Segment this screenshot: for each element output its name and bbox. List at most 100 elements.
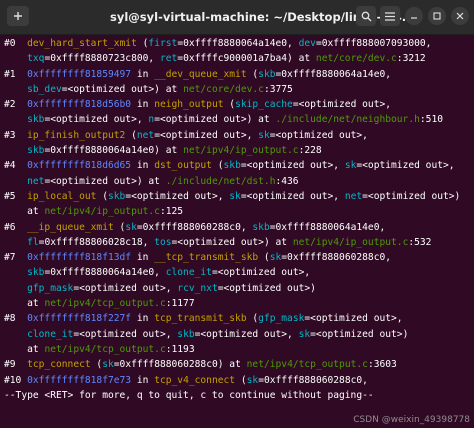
terminal-text-segment: in (131, 374, 155, 386)
terminal-text-segment: =<optimized out>, (73, 328, 178, 340)
terminal-text-segment: neigh_output (154, 99, 224, 111)
terminal-text-segment: =0xffff888060288c0, (281, 252, 392, 264)
search-button[interactable] (356, 6, 376, 26)
terminal-text-segment: #7 (4, 252, 28, 264)
close-button[interactable] (451, 7, 469, 25)
terminal-text-segment: net/ipv4/ip_output.c (44, 206, 160, 218)
terminal-text-segment: =<optimized out>, (292, 99, 392, 111)
search-icon (361, 11, 371, 21)
terminal-text-segment: --Type <RET> for more, q to quit, c to c… (4, 389, 374, 401)
terminal-text-segment: __tcp_transmit_skb (154, 252, 259, 264)
terminal-text-segment: at (4, 343, 45, 355)
terminal-line: skb=0xffff8880064a14e0, clone_it=<optimi… (4, 265, 472, 280)
terminal-text-segment: ( (125, 129, 137, 141)
new-tab-button[interactable] (7, 6, 29, 26)
terminal-line: --Type <RET> for more, q to quit, c to c… (4, 388, 472, 403)
terminal-text-segment: sk (102, 359, 114, 371)
terminal-text-segment: in (131, 252, 155, 264)
terminal-text-segment: 0xffffffff818d56b0 (27, 99, 132, 111)
terminal-text-segment: =<optimized out>) at (44, 175, 166, 187)
terminal-text-segment: net/core/dev.c (183, 83, 264, 95)
maximize-button[interactable] (428, 7, 446, 25)
terminal-text-segment: at (4, 298, 45, 310)
terminal-line: #9 tcp_connect (sk=0xffff888060288c0) at… (4, 357, 472, 372)
terminal-line: #3 ip_finish_output2 (net=<optimized out… (4, 128, 472, 143)
terminal-text-segment: at (4, 206, 45, 218)
terminal-text-segment: skb (258, 68, 276, 80)
terminal-text-segment: #9 (4, 359, 28, 371)
terminal-text-segment: tos (154, 236, 172, 248)
terminal-text-segment: skb (177, 328, 195, 340)
terminal-text-segment: dev (298, 38, 316, 49)
terminal-line: txq=0xffff8880723c800, ret=0xffffc900001… (4, 51, 472, 66)
terminal-text-segment: =0xffff8880723c800, (44, 53, 160, 65)
terminal-text-segment: ( (246, 68, 259, 80)
terminal-text-segment: =0xffff888060288c0, (258, 374, 368, 386)
terminal-text-segment: in (131, 313, 155, 325)
terminal-text-segment: =<optimized out>, (73, 282, 178, 294)
window-title: syl@syl-virtual-machine: ~/Desktop/linux… (110, 10, 423, 24)
terminal-text-segment: skb (27, 114, 45, 126)
terminal-text-segment: net/ipv4/ip_output.c (292, 236, 409, 248)
terminal-text-segment: #0 (4, 38, 28, 49)
terminal-text-segment: ret (159, 53, 178, 65)
terminal-text-segment: =<optimized out>, (44, 114, 149, 126)
terminal-line: #2 0xffffffff818d56b0 in neigh_output (s… (4, 97, 472, 112)
terminal-text-segment: =0xffff8880064a14e0, (269, 221, 386, 233)
terminal-text-segment: =<optimized out>, (240, 190, 345, 202)
minimize-button[interactable] (405, 7, 423, 25)
terminal-text-segment: =<optimized out>, (194, 328, 299, 340)
terminal-line: #5 ip_local_out (skb=<optimized out>, sk… (4, 189, 472, 204)
terminal-text-segment: =0xffff8880064a14e0, (177, 38, 299, 49)
terminal-line: #8 0xffffffff818f227f in tcp_transmit_sk… (4, 311, 472, 326)
terminal-text-segment: :3603 (367, 359, 397, 371)
terminal-output[interactable]: #0 dev_hard_start_xmit (first=0xffff8880… (4, 36, 472, 403)
terminal-text-segment: __ip_queue_xmit (27, 221, 114, 233)
terminal-text-segment: in (131, 99, 155, 111)
terminal-line: #7 0xffffffff818f13df in __tcp_transmit_… (4, 250, 472, 265)
terminal-text-segment: net (27, 175, 45, 187)
terminal-text-segment: :510 (419, 114, 443, 126)
terminal-text-segment: :125 (159, 206, 184, 218)
terminal-text-segment: dev_hard_start_xmit (27, 38, 137, 49)
terminal-text-segment: =0xffff88806028c18, (38, 236, 155, 248)
terminal-text-segment: sk (246, 374, 259, 386)
terminal-text-segment: first (148, 38, 178, 49)
terminal-text-segment: sk (269, 252, 282, 264)
terminal-line: #1 0xffffffff81859497 in __dev_queue_xmi… (4, 67, 472, 82)
terminal-text-segment: ( (223, 99, 236, 111)
terminal-text-segment: =0xffff8880064a14e0) at (44, 145, 184, 157)
menu-button[interactable] (380, 6, 400, 26)
terminal-text-segment: net/ipv4/tcp_output.c (246, 359, 368, 371)
terminal-text-segment: gfp_mask (27, 282, 74, 294)
terminal-text-segment: net (136, 129, 155, 141)
terminal-text-segment: =<optimized out>) at (61, 83, 184, 95)
terminal-text-segment: sk (125, 221, 137, 233)
terminal-text-segment: #5 (4, 190, 28, 202)
terminal-text-segment: __dev_queue_xmit (154, 68, 247, 80)
terminal-text-segment: net/ipv4/tcp_output.c (44, 343, 166, 355)
terminal-text-segment: =<optimized out>, (211, 267, 311, 279)
terminal-text-segment: :1177 (165, 298, 195, 310)
terminal-text-segment: rcv_nxt (177, 282, 218, 294)
terminal-text-segment: =0xffffc900001a7ba4) at (177, 53, 316, 65)
terminal-text-segment: ( (246, 313, 259, 325)
terminal-line: gfp_mask=<optimized out>, rcv_nxt=<optim… (4, 281, 472, 296)
terminal-text-segment: txq (27, 53, 45, 65)
terminal-text-segment: skb (252, 221, 270, 233)
terminal-line: #0 dev_hard_start_xmit (first=0xffff8880… (4, 36, 472, 51)
terminal-text-segment: =<optimized out>) at (154, 114, 276, 126)
terminal-line: skb=<optimized out>, n=<optimized out>) … (4, 112, 472, 127)
hamburger-menu-icon (385, 11, 395, 21)
terminal-text-segment: clone_it (27, 328, 74, 340)
terminal-text-segment: sk (258, 129, 270, 141)
terminal-text-segment: ip_local_out (27, 190, 97, 202)
terminal-line: skb=0xffff8880064a14e0) at net/ipv4/ip_o… (4, 143, 472, 158)
terminal-text-segment: =<optimized out>, (356, 160, 455, 172)
